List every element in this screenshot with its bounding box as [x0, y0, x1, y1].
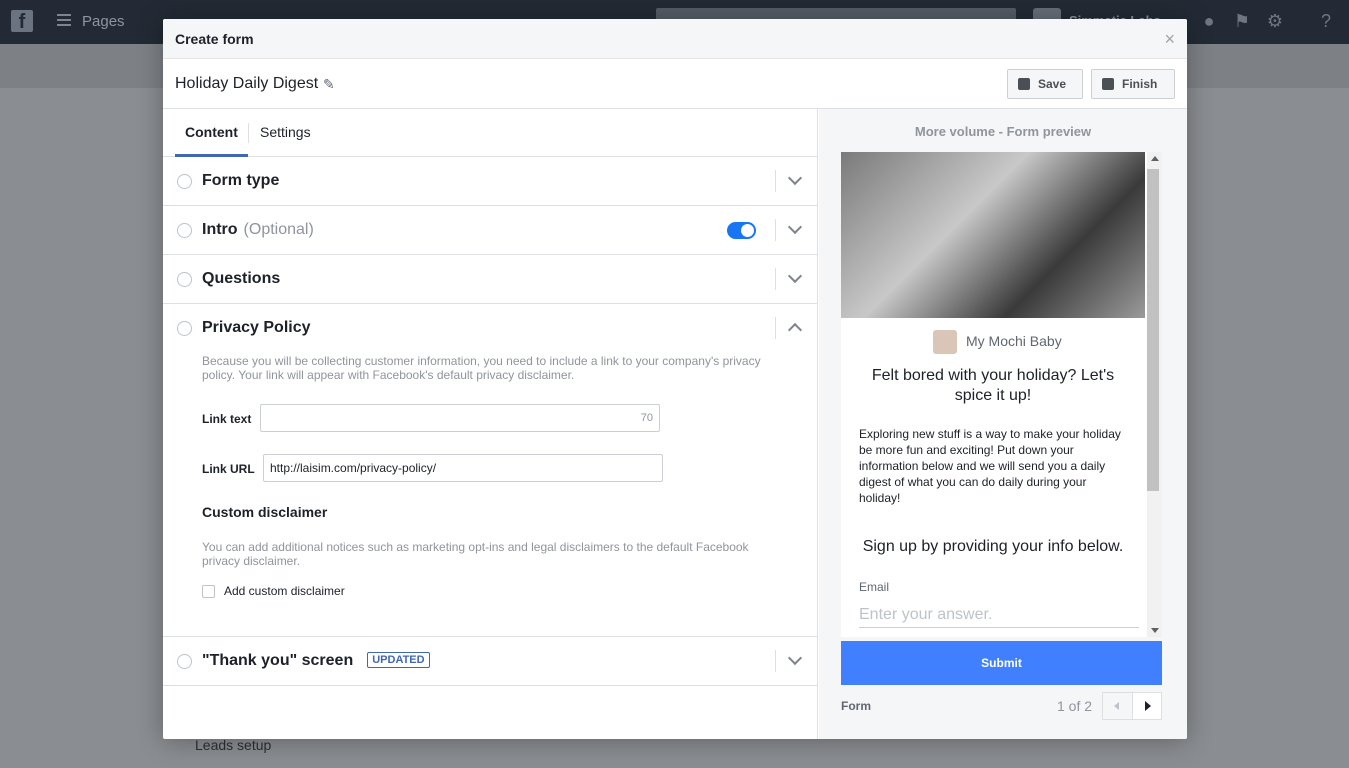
updated-badge: UPDATED: [367, 652, 430, 668]
optional-label: (Optional): [243, 221, 314, 238]
custom-disclaimer-help: You can add additional notices such as m…: [202, 540, 749, 568]
questions-title[interactable]: Questions: [202, 270, 280, 288]
intro-title[interactable]: Intro (Optional): [202, 221, 314, 239]
link-text-label: Link text: [202, 412, 252, 426]
link-url-input[interactable]: http://laisim.com/privacy-policy/: [263, 454, 663, 482]
gear-icon[interactable]: ⚙: [1265, 11, 1285, 31]
section-questions: Questions: [163, 255, 817, 304]
finish-icon: [1102, 78, 1114, 90]
chevron-up-icon[interactable]: [787, 322, 803, 338]
thank-you-title[interactable]: "Thank you" screen UPDATED: [202, 652, 430, 670]
facebook-logo-icon[interactable]: f: [11, 10, 33, 33]
divider: [775, 317, 776, 339]
link-text-input[interactable]: 70: [260, 404, 660, 432]
bell-icon[interactable]: ●: [1199, 11, 1219, 31]
menu-icon[interactable]: [57, 14, 71, 26]
pages-label[interactable]: Pages: [82, 13, 125, 30]
link-url-label: Link URL: [202, 462, 255, 476]
flag-icon[interactable]: ⚑: [1232, 11, 1252, 31]
thank-you-status-radio: [177, 654, 192, 669]
finish-button[interactable]: Finish: [1091, 69, 1175, 99]
finish-button-label: Finish: [1122, 77, 1158, 91]
link-text-row: Link text 70: [202, 404, 777, 434]
add-custom-disclaimer-checkbox[interactable]: [202, 585, 215, 598]
questions-status-radio: [177, 272, 192, 287]
save-icon: [1018, 78, 1030, 90]
section-form-type: Form type: [163, 157, 817, 206]
preview-frame[interactable]: My Mochi Baby Felt bored with your holid…: [841, 152, 1162, 637]
edit-pencil-icon[interactable]: ✎: [323, 76, 335, 93]
form-name-row: Holiday Daily Digest ✎ Save Finish: [163, 59, 1187, 109]
section-privacy-policy: Privacy Policy Because you will be colle…: [163, 304, 817, 637]
divider: [775, 650, 776, 672]
form-editor-panel: Content Settings Form type Intro (Optiona…: [163, 109, 818, 739]
link-url-row: Link URL http://laisim.com/privacy-polic…: [202, 454, 777, 484]
privacy-status-radio: [177, 321, 192, 336]
preview-signup-text: Sign up by providing your info below.: [862, 538, 1124, 555]
privacy-help-text: Because you will be collecting customer …: [202, 354, 761, 382]
add-custom-disclaimer-row: Add custom disclaimer: [202, 584, 777, 600]
tab-bar: Content Settings: [163, 109, 817, 157]
tab-settings[interactable]: Settings: [260, 124, 311, 140]
leads-setup-label: Leads setup: [195, 737, 272, 753]
chevron-down-icon[interactable]: [787, 170, 803, 186]
tab-divider: [248, 123, 249, 143]
form-name[interactable]: Holiday Daily Digest: [175, 75, 318, 93]
add-custom-disclaimer-label[interactable]: Add custom disclaimer: [224, 584, 345, 598]
next-page-button[interactable]: [1132, 692, 1162, 720]
create-form-dialog: Create form × Holiday Daily Digest ✎ Sav…: [163, 19, 1187, 739]
save-button-label: Save: [1038, 77, 1067, 91]
divider: [775, 170, 776, 192]
previous-page-button[interactable]: [1102, 692, 1132, 720]
section-thank-you: "Thank you" screen UPDATED: [163, 637, 817, 686]
submit-button[interactable]: Submit: [841, 641, 1162, 685]
privacy-policy-body: Because you will be collecting customer …: [163, 352, 817, 636]
preview-headline: Felt bored with your holiday? Let's spic…: [871, 367, 1115, 404]
save-button[interactable]: Save: [1007, 69, 1083, 99]
scroll-up-arrow-icon[interactable]: [1151, 156, 1159, 161]
page-indicator: 1 of 2: [1057, 698, 1093, 714]
character-counter: 70: [640, 412, 653, 424]
preview-description: Exploring new stuff is a way to make you…: [859, 427, 1121, 505]
form-preview-panel: More volume - Form preview My Mochi Baby…: [819, 109, 1187, 739]
chevron-down-icon[interactable]: [787, 268, 803, 284]
divider: [775, 219, 776, 241]
intro-toggle[interactable]: [727, 222, 756, 239]
scroll-down-arrow-icon[interactable]: [1151, 628, 1159, 633]
tab-content[interactable]: Content: [185, 124, 238, 140]
intro-status-radio: [177, 223, 192, 238]
page-avatar: [933, 330, 957, 354]
chevron-down-icon[interactable]: [787, 219, 803, 235]
preview-title: More volume - Form preview: [914, 124, 1092, 139]
help-icon[interactable]: ?: [1316, 11, 1336, 31]
preview-footer-label: Form: [841, 699, 871, 713]
page-name: My Mochi Baby: [966, 333, 1062, 349]
close-icon[interactable]: ×: [1164, 29, 1175, 50]
section-intro: Intro (Optional): [163, 206, 817, 255]
dialog-header: Create form ×: [163, 19, 1187, 59]
email-label: Email: [859, 580, 890, 594]
form-type-status-radio: [177, 174, 192, 189]
form-type-title[interactable]: Form type: [202, 172, 279, 190]
email-field[interactable]: Enter your answer.: [859, 600, 1139, 628]
divider: [775, 268, 776, 290]
custom-disclaimer-heading: Custom disclaimer: [202, 504, 328, 520]
dialog-title: Create form: [175, 31, 254, 47]
deer-image: [841, 152, 1145, 318]
chevron-down-icon[interactable]: [787, 650, 803, 666]
privacy-policy-title[interactable]: Privacy Policy: [202, 319, 311, 337]
scrollbar-thumb[interactable]: [1147, 169, 1159, 491]
